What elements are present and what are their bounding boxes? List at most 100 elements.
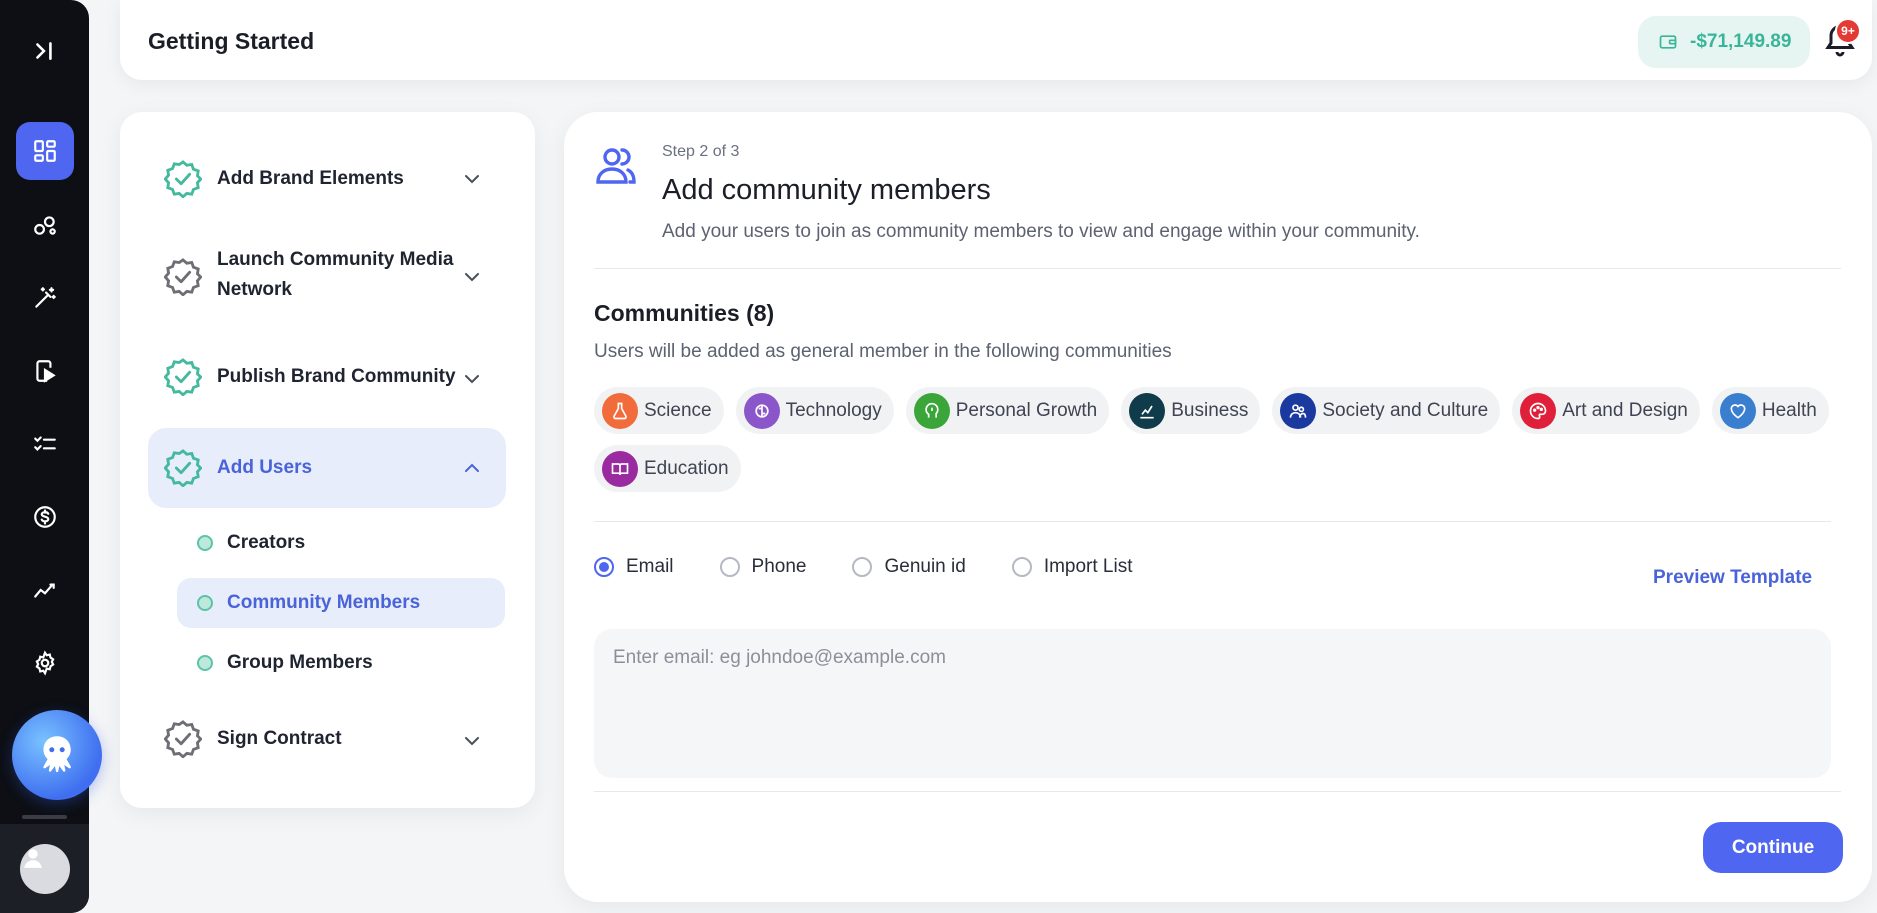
radio-label: Import List: [1043, 556, 1133, 577]
rail-settings-button[interactable]: [16, 634, 74, 692]
collapse-icon: [36, 42, 52, 60]
chevron-down-icon: [465, 375, 479, 384]
assistant-mascot-button[interactable]: [12, 710, 102, 800]
checklist-icon: [34, 436, 56, 451]
dollar-icon: [34, 506, 56, 528]
community-chip-label: Business: [1171, 399, 1249, 421]
palette-icon: [1520, 392, 1557, 429]
continue-button[interactable]: Continue: [1703, 822, 1843, 873]
book-icon: [602, 450, 638, 487]
community-chip-society-and-culture[interactable]: Society and Culture: [1272, 387, 1501, 434]
verified-check-icon: [164, 160, 202, 198]
community-chips: Science Technology Personal Growth Busin…: [594, 387, 1834, 492]
collapse-sidebar-button[interactable]: [16, 22, 74, 80]
community-chip-label: Personal Growth: [955, 399, 1098, 421]
magic-wand-icon: [35, 287, 56, 308]
community-chip-label: Science: [644, 399, 712, 421]
heart-icon: [1719, 392, 1756, 429]
brain-chip-icon: [743, 392, 780, 429]
notification-badge: 9+: [1835, 18, 1861, 44]
rail-dashboard-button[interactable]: [16, 122, 74, 180]
section-title: Add community members: [662, 174, 991, 206]
step-launch-community-media-network[interactable]: Launch Community Media Network: [148, 245, 506, 309]
radio-indicator: [852, 557, 873, 577]
chevron-down-icon: [465, 175, 479, 184]
chart-icon: [1129, 392, 1166, 429]
verified-check-icon: [164, 358, 202, 396]
step-label: Publish Brand Community: [217, 366, 456, 387]
email-field[interactable]: [594, 629, 1831, 778]
divider: [594, 268, 1841, 269]
community-chip-art-and-design[interactable]: Art and Design: [1512, 387, 1700, 434]
community-chip-label: Technology: [785, 399, 882, 421]
community-chip-science[interactable]: Science: [594, 387, 724, 434]
rail-user-block: [0, 824, 89, 913]
rail-create-button[interactable]: [16, 269, 74, 327]
step-publish-brand-community[interactable]: Publish Brand Community: [148, 354, 506, 400]
preview-template-link[interactable]: Preview Template: [1653, 567, 1812, 589]
communities-subtitle: Users will be added as general member in…: [594, 341, 1172, 362]
rail-media-button[interactable]: [16, 342, 74, 400]
community-chip-label: Education: [644, 457, 729, 479]
radio-label: Phone: [751, 556, 807, 577]
radio-label: Genuin id: [884, 556, 966, 577]
page-title: Getting Started: [148, 28, 315, 54]
step-label: Add Users: [217, 457, 313, 478]
rail-communities-button[interactable]: [16, 196, 74, 254]
bubbles-icon: [34, 216, 56, 235]
rail-divider: [22, 815, 67, 819]
sub-step-label: Community Members: [227, 592, 421, 613]
sub-step-label: Creators: [227, 532, 306, 553]
step-add-brand-elements[interactable]: Add Brand Elements: [148, 156, 506, 202]
step-add-users[interactable]: Add Users: [148, 428, 506, 508]
step-label: Launch Community Media Network: [217, 249, 454, 300]
community-chip-technology[interactable]: Technology: [735, 387, 894, 434]
step-sign-contract[interactable]: Sign Contract: [148, 716, 506, 762]
community-chip-education[interactable]: Education: [594, 445, 741, 492]
wallet-balance[interactable]: -$71,149.89: [1638, 16, 1810, 68]
community-chip-label: Art and Design: [1562, 399, 1688, 421]
input-mode-radio-group: Email Phone Genuin id Import List: [594, 556, 1133, 578]
rail-analytics-button[interactable]: [16, 561, 74, 619]
onboarding-steps-panel: Add Brand Elements Launch Community Medi…: [120, 112, 535, 808]
radio-indicator: [719, 557, 740, 577]
rail-monetize-button[interactable]: [16, 488, 74, 546]
users-icon: [596, 148, 636, 184]
wallet-amount: -$71,149.89: [1690, 31, 1792, 52]
sub-step-label: Group Members: [227, 652, 373, 673]
chevron-up-icon: [465, 463, 479, 472]
user-avatar-icon: [23, 848, 42, 868]
verified-check-icon: [164, 449, 202, 487]
pending-seal-icon: [164, 258, 202, 296]
community-chip-health[interactable]: Health: [1711, 387, 1829, 434]
section-description: Add your users to join as community memb…: [662, 221, 1420, 242]
sub-step-creators[interactable]: Creators: [177, 518, 505, 568]
community-chip-business[interactable]: Business: [1121, 387, 1261, 434]
mobile-play-icon: [36, 360, 56, 383]
sub-step-group-members[interactable]: Group Members: [177, 638, 505, 688]
avatar[interactable]: [19, 843, 70, 894]
status-dot: [197, 655, 213, 671]
flask-icon: [602, 392, 638, 429]
settings-icon: [35, 650, 55, 676]
step-counter: Step 2 of 3: [662, 143, 740, 160]
people-icon: [1280, 392, 1317, 429]
divider: [594, 521, 1831, 522]
pending-seal-icon: [164, 720, 202, 758]
radio-import-list[interactable]: Import List: [1011, 556, 1133, 578]
radio-phone[interactable]: Phone: [719, 556, 807, 578]
dashboard-icon: [34, 140, 56, 162]
octopus-icon: [43, 736, 71, 773]
chevron-down-icon: [465, 737, 479, 746]
radio-genuin-id[interactable]: Genuin id: [852, 556, 966, 578]
radio-indicator: [594, 557, 614, 577]
community-chip-label: Society and Culture: [1322, 399, 1489, 421]
analytics-icon: [34, 583, 55, 598]
top-header: Getting Started -$71,149.89 9+: [120, 0, 1872, 80]
community-chip-personal-growth[interactable]: Personal Growth: [905, 387, 1110, 434]
sub-step-community-members[interactable]: Community Members: [177, 578, 505, 628]
radio-email[interactable]: Email: [594, 556, 674, 578]
rail-tasks-button[interactable]: [16, 415, 74, 473]
wallet-icon: [1659, 35, 1677, 49]
chevron-down-icon: [465, 273, 479, 282]
